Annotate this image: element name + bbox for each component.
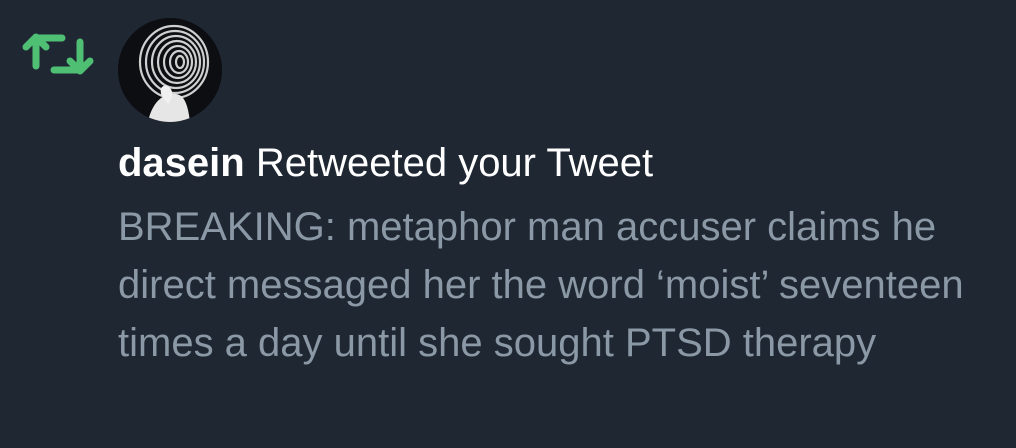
action-text: Retweeted your Tweet xyxy=(255,141,654,185)
retweet-notification[interactable]: dasein Retweeted your Tweet BREAKING: me… xyxy=(0,0,1016,448)
user-avatar[interactable] xyxy=(118,18,222,122)
notification-content: dasein Retweeted your Tweet BREAKING: me… xyxy=(118,136,998,372)
username[interactable]: dasein xyxy=(118,141,245,185)
retweet-icon xyxy=(22,26,94,82)
notification-headline: dasein Retweeted your Tweet xyxy=(118,136,998,190)
tweet-text[interactable]: BREAKING: metaphor man accuser claims he… xyxy=(118,198,998,372)
